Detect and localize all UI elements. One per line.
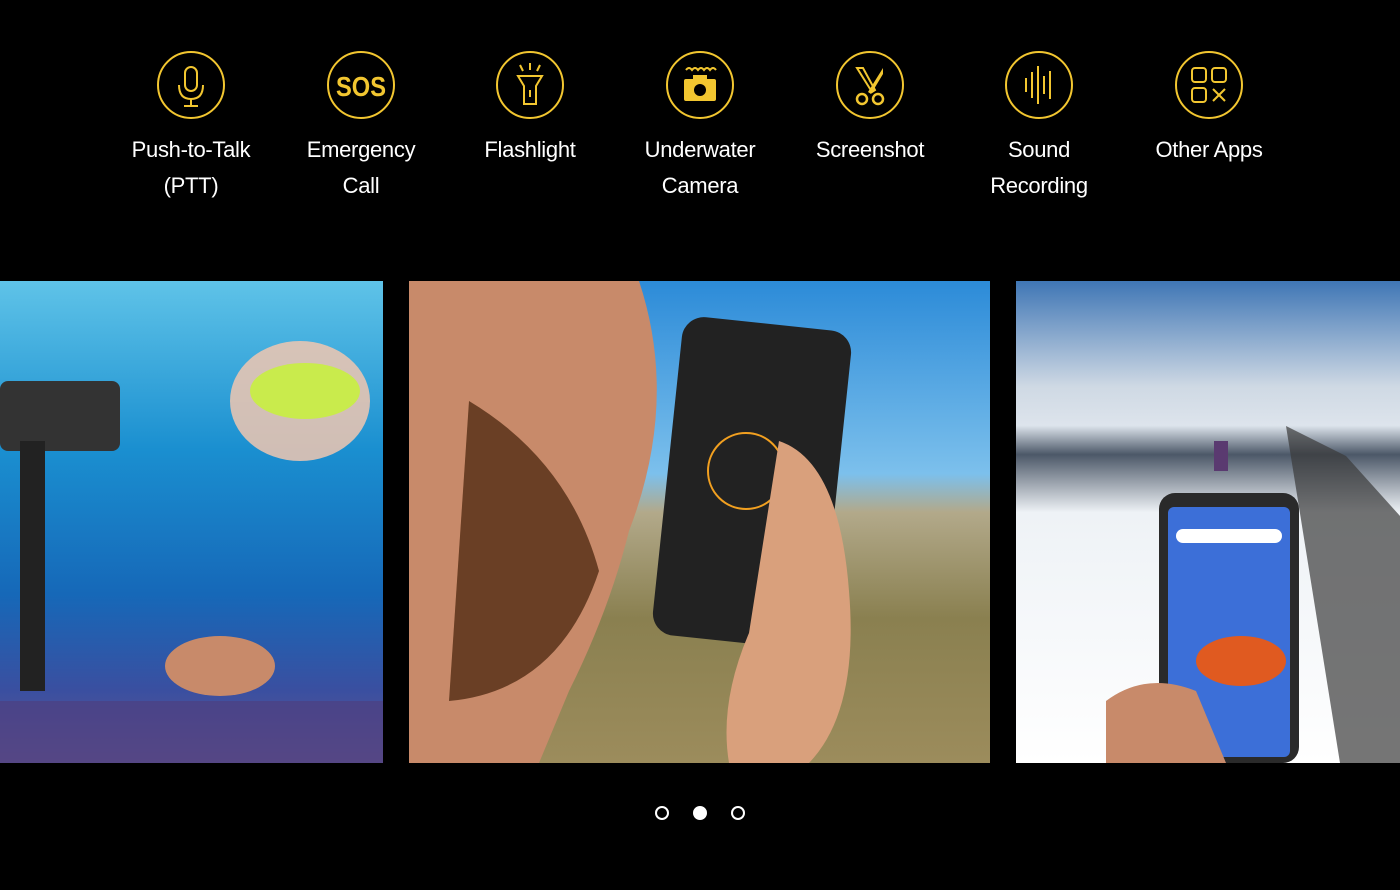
feature-label: Sound: [1007, 137, 1071, 162]
carousel-dot-2-active[interactable]: [693, 806, 707, 820]
feature-label: Recording: [990, 173, 1088, 198]
feature-flashlight: Flashlight: [445, 50, 615, 168]
underwater-photo: [0, 341, 383, 763]
feature-screenshot: Screenshot: [785, 50, 955, 168]
feature-label: (PTT): [163, 173, 219, 198]
feature-push-to-talk: Push-to-Talk (PTT): [106, 50, 276, 204]
feature-sound-recording: Sound Recording: [954, 50, 1124, 204]
underwater-camera-icon: [666, 51, 734, 119]
carousel-slide-ptt[interactable]: [409, 281, 990, 763]
feature-other-apps: Other Apps: [1124, 50, 1294, 168]
mountain-photo: [1106, 426, 1400, 763]
feature-label: Other Apps: [1155, 137, 1263, 162]
feature-label: Underwater: [644, 137, 756, 162]
feature-label: Call: [342, 173, 380, 198]
sos-icon: SOS: [327, 51, 395, 119]
carousel-slide-underwater[interactable]: [0, 281, 383, 763]
sound-wave-icon: [1005, 51, 1073, 119]
apps-grid-icon: [1175, 51, 1243, 119]
microphone-icon: [157, 51, 225, 119]
feature-label: Camera: [661, 173, 739, 198]
scissors-icon: [836, 51, 904, 119]
feature-underwater-camera: Underwater Camera: [615, 50, 785, 204]
feature-label: Screenshot: [815, 137, 925, 162]
carousel-slide-mountain[interactable]: [1016, 281, 1400, 763]
feature-emergency-call: SOS Emergency Call: [276, 50, 446, 204]
svg-text:SOS: SOS: [336, 71, 386, 102]
feature-label: Push-to-Talk: [131, 137, 251, 162]
feature-label: Emergency: [306, 137, 416, 162]
carousel-dot-3[interactable]: [731, 806, 745, 820]
ptt-photo: [409, 281, 852, 763]
flashlight-icon: [496, 51, 564, 119]
carousel-dot-1[interactable]: [655, 806, 669, 820]
feature-label: Flashlight: [484, 137, 576, 162]
